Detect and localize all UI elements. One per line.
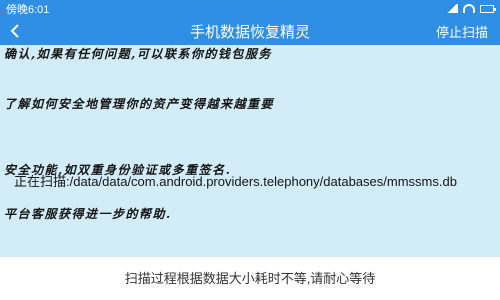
scan-notice: 扫描过程根据数据大小耗时不等,请耐心等待 [124,271,376,286]
background-text-line: 确认,如果有任何问题,可以联系你的钱包服务 [4,47,272,61]
status-time: 傍晚6:01 [6,3,50,16]
signal-icon [446,4,458,13]
background-text-line: 了解如何安全地管理你的资产变得越来越重要 [4,97,275,111]
scan-content-area: 确认,如果有任何问题,可以联系你的钱包服务 了解如何安全地管理你的资产变得越来越… [0,45,500,257]
wifi-icon [463,4,475,13]
back-button[interactable] [0,17,32,45]
back-arrow-icon [10,24,19,38]
footer: 扫描过程根据数据大小耗时不等,请耐心等待 [0,257,500,300]
background-text-line: 平台客服获得进一步的帮助. [4,207,172,221]
battery-icon [480,4,496,13]
status-icons [446,4,496,13]
status-bar: 傍晚6:01 [0,0,500,17]
stop-scan-button[interactable]: 停止扫描 [436,22,488,41]
scan-path-label: 正在扫描:/data/data/com.android.providers.te… [14,174,457,189]
page-title: 手机数据恢复精灵 [189,22,310,41]
app-bar: 手机数据恢复精灵 停止扫描 [0,17,500,45]
